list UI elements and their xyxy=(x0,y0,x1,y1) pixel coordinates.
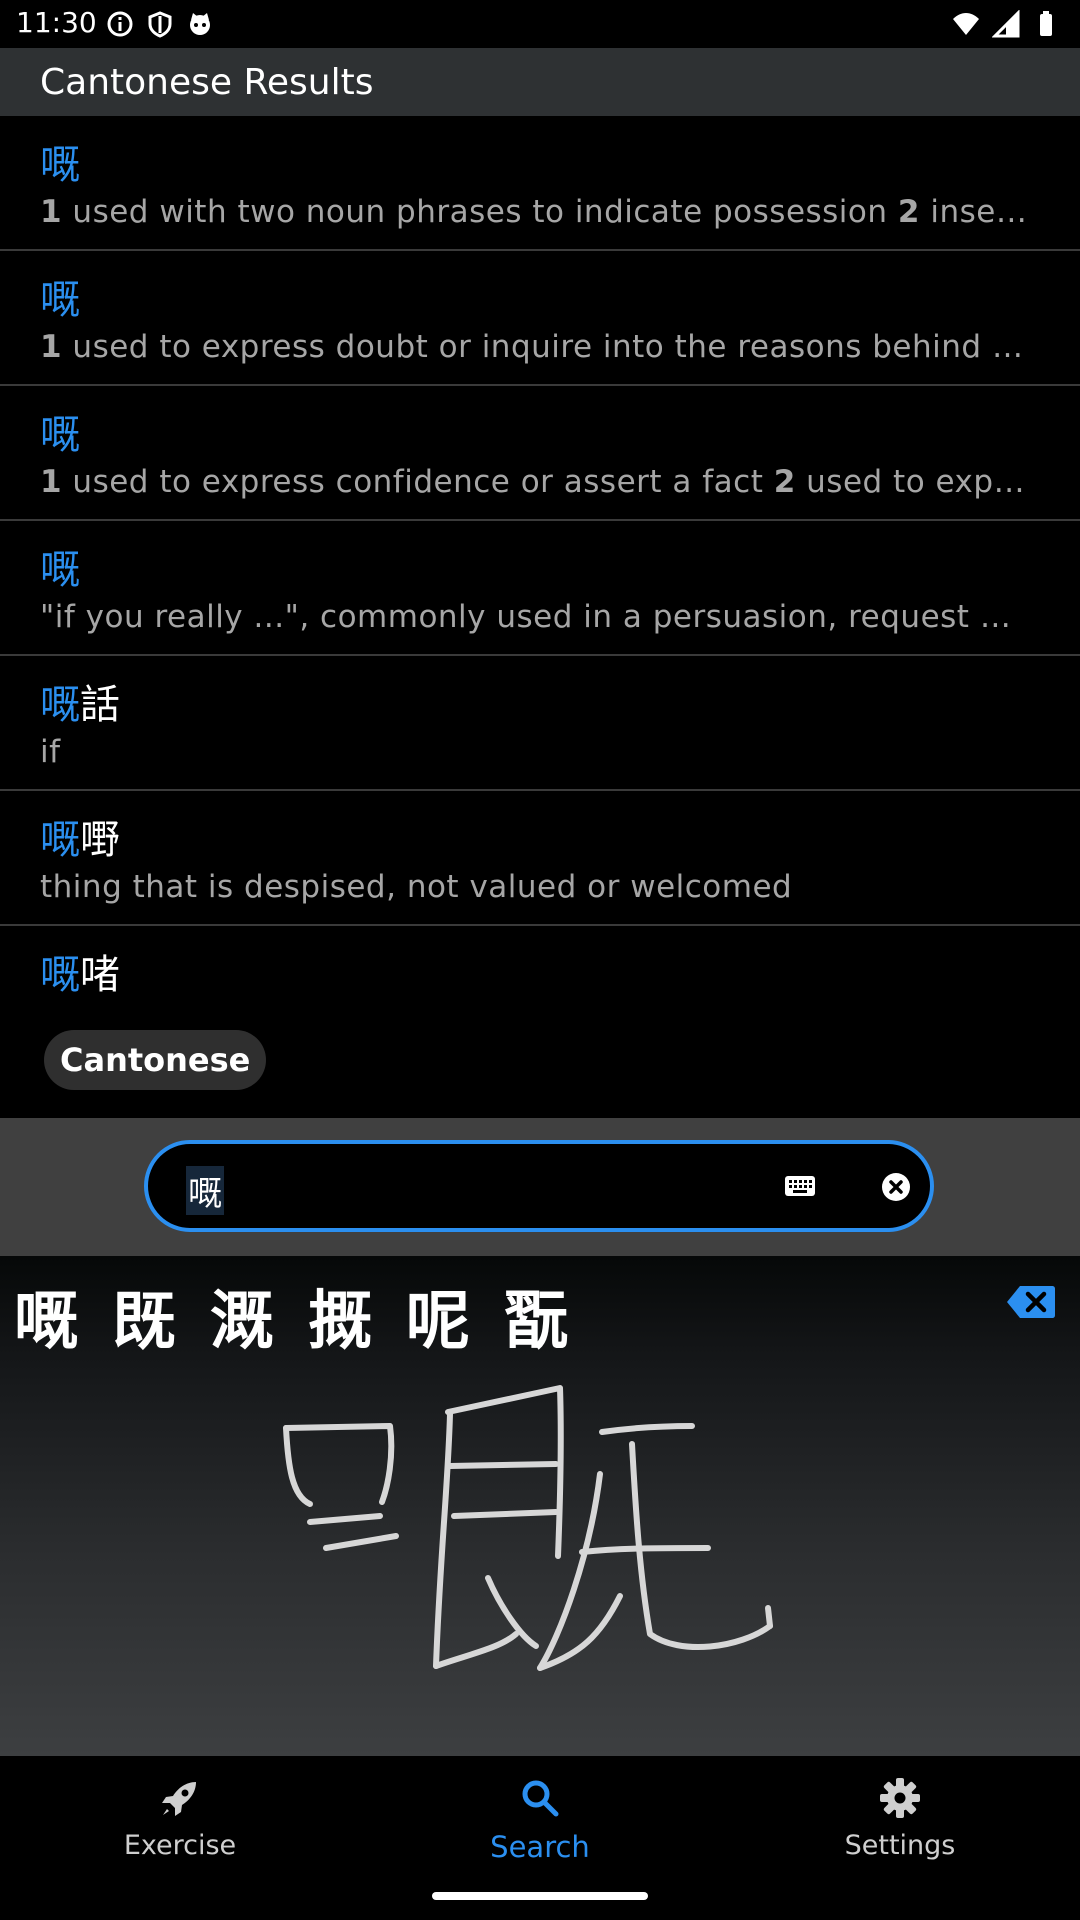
nav-search[interactable]: Search xyxy=(440,1776,640,1864)
result-word: 嘅嘢 xyxy=(40,817,120,863)
result-item[interactable]: 嘅 1 used with two noun phrases to indica… xyxy=(0,116,1080,251)
candidate-char[interactable]: 既 xyxy=(110,1270,178,1362)
keyboard-icon[interactable] xyxy=(784,1174,816,1198)
cat-icon xyxy=(190,13,210,35)
info-icon xyxy=(107,11,133,37)
language-chip[interactable]: Cantonese xyxy=(44,1030,267,1090)
battery-icon xyxy=(1040,11,1052,36)
signal-icon xyxy=(992,10,1020,38)
nav-exercise[interactable]: Exercise xyxy=(80,1776,280,1861)
search-input[interactable]: 嘅 xyxy=(144,1140,934,1232)
nav-search-label: Search xyxy=(490,1830,590,1864)
result-definition: if xyxy=(40,734,61,770)
wifi-icon xyxy=(953,13,979,35)
handwriting-canvas[interactable]: 嘅 既 溉 摡 呢 翫 xyxy=(0,1256,1080,1756)
gear-icon xyxy=(880,1778,920,1818)
search-input-value: 嘅 xyxy=(186,1166,224,1215)
nav-exercise-label: Exercise xyxy=(123,1830,237,1861)
candidate-char[interactable]: 呢 xyxy=(404,1270,472,1362)
result-word: 嘅 xyxy=(40,277,80,323)
result-item[interactable]: 嘅 1 used to express confidence or assert… xyxy=(0,386,1080,521)
nav-settings[interactable]: Settings xyxy=(800,1776,1000,1861)
backspace-icon[interactable] xyxy=(1006,1284,1056,1320)
result-definition: "if you really ...", commonly used in a … xyxy=(40,599,1030,635)
nav-settings-label: Settings xyxy=(844,1830,956,1861)
result-definition: 1 used to express doubt or inquire into … xyxy=(40,329,1030,365)
candidate-char[interactable]: 翫 xyxy=(502,1270,570,1362)
candidate-char[interactable]: 溉 xyxy=(208,1270,276,1362)
status-time: 11:30 xyxy=(16,6,97,39)
result-word: 嘅啫 xyxy=(40,952,120,998)
result-definition: thing that is despised, not valued or we… xyxy=(40,869,793,905)
result-definition: 1 used to express confidence or assert a… xyxy=(40,464,1030,500)
page-title: Cantonese Results xyxy=(40,62,374,103)
home-indicator[interactable] xyxy=(432,1892,648,1900)
result-word: 嘅話 xyxy=(40,682,120,728)
candidate-list: 嘅 既 溉 摡 呢 翫 xyxy=(12,1270,570,1362)
shield-icon xyxy=(148,11,172,38)
result-item[interactable]: 嘅嘢 thing that is despised, not valued or… xyxy=(0,791,1080,926)
result-word: 嘅 xyxy=(40,412,80,458)
results-header: Cantonese Results xyxy=(0,48,1080,116)
result-word: 嘅 xyxy=(40,547,80,593)
result-item[interactable]: 嘅話 if xyxy=(0,656,1080,791)
results-list: 嘅 1 used with two noun phrases to indica… xyxy=(0,116,1080,1059)
rocket-icon xyxy=(162,1782,196,1816)
result-item[interactable]: 嘅 "if you really ...", commonly used in … xyxy=(0,521,1080,656)
candidate-char[interactable]: 嘅 xyxy=(12,1270,80,1362)
result-definition: 1 used with two noun phrases to indicate… xyxy=(40,194,1030,230)
result-word: 嘅 xyxy=(40,142,80,188)
clear-icon[interactable] xyxy=(881,1172,911,1202)
search-icon xyxy=(522,1780,559,1817)
candidate-char[interactable]: 摡 xyxy=(306,1270,374,1362)
status-bar: 11:30 xyxy=(0,0,1080,48)
result-item[interactable]: 嘅 1 used to express doubt or inquire int… xyxy=(0,251,1080,386)
